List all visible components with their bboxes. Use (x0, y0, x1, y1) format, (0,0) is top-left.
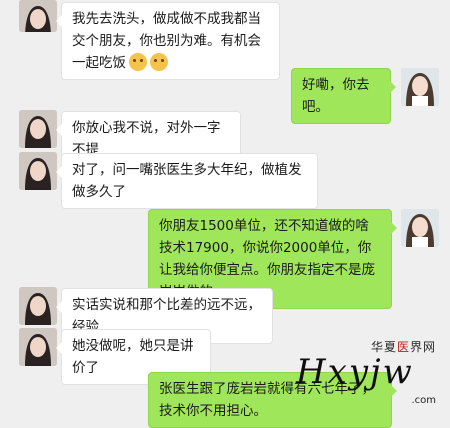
message-text-7: 她没做呢，她只是讲价了 (72, 338, 194, 376)
watermark-logo: Hxyjw (296, 352, 414, 392)
avatar-right-1[interactable] (401, 68, 439, 106)
avatar-left-4[interactable] (19, 287, 57, 325)
avatar-right-2[interactable] (401, 209, 439, 247)
message-bubble-2[interactable]: 好嘞，你去吧。 (291, 68, 396, 124)
message-bubble-1[interactable]: 我先去洗头，做成做不成我都当交个朋友，你也别为难。有机会一起吃饭 (56, 2, 280, 80)
message-text-4: 对了，问一嘴张医生多大年纪，做植发做多久了 (72, 162, 302, 200)
avatar-left-5[interactable] (19, 328, 57, 366)
site-watermark: 华夏医界网 Hxyjw .com (292, 338, 442, 406)
watermark-domain: .com (411, 395, 436, 406)
thinking-face-icon (129, 53, 147, 71)
avatar-left-1[interactable] (19, 0, 57, 32)
message-text-2: 好嘞，你去吧。 (302, 77, 370, 115)
avatar-left-2[interactable] (19, 110, 57, 148)
message-bubble-4[interactable]: 对了，问一嘴张医生多大年纪，做植发做多久了 (56, 153, 318, 209)
thinking-face-icon (150, 53, 168, 71)
avatar-left-3[interactable] (19, 152, 57, 190)
